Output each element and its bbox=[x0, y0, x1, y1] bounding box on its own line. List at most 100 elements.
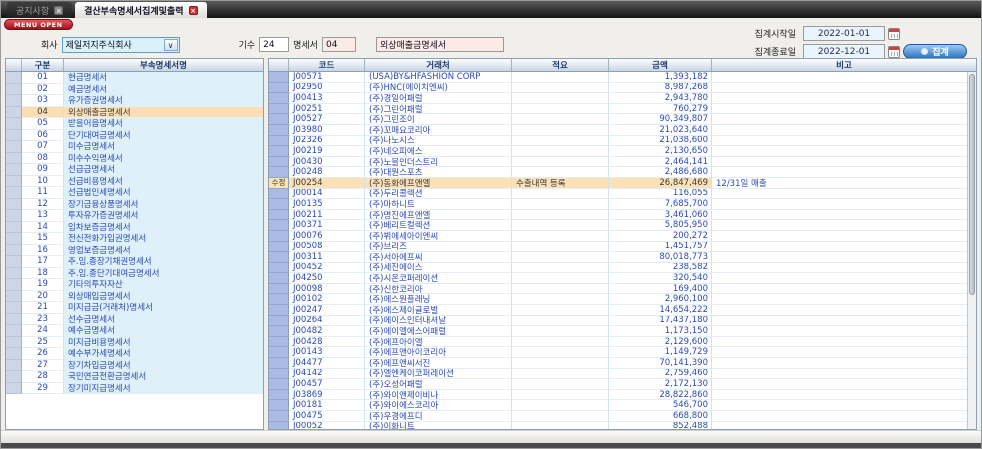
vendor-detail-row[interactable]: J02950(주)HNC(에이치엔씨)8,987,268 bbox=[269, 83, 976, 94]
vendor-detail-row[interactable]: J00052(주)이화니트852,488 bbox=[269, 422, 976, 429]
statement-list-row[interactable]: 04외상매출금명세서 bbox=[6, 107, 263, 119]
vendor-detail-row[interactable]: J00482(주)에이엘에스어패럴1,173,150 bbox=[269, 326, 976, 337]
end-date-input[interactable] bbox=[803, 44, 885, 59]
statement-list-row[interactable]: 11선급법인세명세서 bbox=[6, 187, 263, 199]
description-cell bbox=[512, 114, 609, 125]
vendor-detail-row[interactable]: J00102(주)에스원플래닝2,960,100 bbox=[269, 294, 976, 305]
menu-open-button[interactable]: MENU OPEN bbox=[4, 19, 73, 30]
statement-list-row[interactable]: 25미지급비용명세서 bbox=[6, 337, 263, 349]
statement-list-row[interactable]: 28국민연금전환금명세서 bbox=[6, 371, 263, 383]
statement-list-row[interactable]: 09선급금명세서 bbox=[6, 164, 263, 176]
aggregate-button[interactable]: 집계 bbox=[903, 44, 967, 59]
vendor-detail-row[interactable]: J00371(주)베리트컬렉션5,805,950 bbox=[269, 220, 976, 231]
vendor-detail-row[interactable]: J04477(주)에프앤씨서진70,141,390 bbox=[269, 358, 976, 369]
statement-list-row[interactable]: 23선수금명세서 bbox=[6, 314, 263, 326]
vendor-detail-row[interactable]: J03980(주)꼬매요코리아21,023,640 bbox=[269, 125, 976, 136]
calendar-icon[interactable] bbox=[888, 28, 900, 40]
vendor-detail-panel: 코드 거래처 적요 금액 비고 J00571(USA)BY&HFASHION C… bbox=[268, 58, 977, 430]
vendor-detail-row[interactable]: J00571(USA)BY&HFASHION CORP1,393,182 bbox=[269, 72, 976, 83]
statement-list-row[interactable]: 03유가증권명세서 bbox=[6, 95, 263, 107]
statement-list-row[interactable]: 26예수부가세명세서 bbox=[6, 348, 263, 360]
statement-code-cell: 08 bbox=[22, 153, 64, 165]
chevron-down-icon[interactable]: ∨ bbox=[164, 39, 178, 51]
vendor-detail-row[interactable]: J00076(주)뷔에세아이엔씨200,272 bbox=[269, 231, 976, 242]
vendor-detail-row[interactable]: J00527(주)그린조이90,349,807 bbox=[269, 114, 976, 125]
company-select[interactable]: 제일저지주식회사 ∨ bbox=[62, 37, 180, 53]
statement-list-row[interactable]: 06단기대여금명세서 bbox=[6, 130, 263, 142]
vendor-detail-row[interactable]: J00264(주)에이스인터내셔날17,437,180 bbox=[269, 316, 976, 327]
vendor-name-cell: (주)명진에프앤엘 bbox=[365, 210, 512, 221]
statement-list-row[interactable]: 24예수금명세서 bbox=[6, 325, 263, 337]
statement-list-row[interactable]: 19기타의투자자산 bbox=[6, 279, 263, 291]
statement-list-row[interactable]: 16영업보증금명세서 bbox=[6, 245, 263, 257]
tab-close-icon[interactable]: × bbox=[189, 6, 198, 15]
vendor-detail-row[interactable]: J00251(주)그린어패럴760,279 bbox=[269, 104, 976, 115]
row-selector-cell bbox=[6, 371, 22, 383]
vendor-detail-row[interactable]: J00211(주)명진에프앤엘3,461,060 bbox=[269, 210, 976, 221]
statement-list-row[interactable]: 10선급비용명세서 bbox=[6, 176, 263, 188]
vendor-detail-row[interactable]: J04250(주)시온코퍼레이션320,540 bbox=[269, 273, 976, 284]
statement-list-row[interactable]: 27장기차입금명세서 bbox=[6, 360, 263, 372]
statement-list-row[interactable]: 29장기미지급명세서 bbox=[6, 383, 263, 395]
vendor-code-cell: J00457 bbox=[289, 379, 365, 390]
statement-code-cell: 01 bbox=[22, 72, 64, 84]
vendor-detail-row[interactable]: J00143(주)에프앤아이코리아1,149,729 bbox=[269, 347, 976, 358]
statement-list-row[interactable]: 13투자유가증권명세서 bbox=[6, 210, 263, 222]
statement-list-row[interactable]: 07미수금명세서 bbox=[6, 141, 263, 153]
amount-cell: 8,987,268 bbox=[609, 83, 712, 94]
vendor-detail-row[interactable]: J02326(주)나노시스21,038,600 bbox=[269, 136, 976, 147]
vendor-detail-row[interactable]: 수정J00254(주)동화에프앤엘수출내역 등록26,847,46912/31일… bbox=[269, 178, 976, 189]
vendor-code-cell: J02950 bbox=[289, 83, 365, 94]
vendor-name-cell: (주)나노시스 bbox=[365, 136, 512, 147]
vendor-detail-row[interactable]: J03869(주)와이앤제이비나28,822,860 bbox=[269, 390, 976, 401]
amount-cell: 200,272 bbox=[609, 231, 712, 242]
vendor-detail-row[interactable]: J00457(주)오성어패럴2,172,130 bbox=[269, 379, 976, 390]
amount-cell: 3,461,060 bbox=[609, 210, 712, 221]
vertical-scrollbar[interactable] bbox=[967, 72, 976, 429]
row-selector-cell bbox=[6, 153, 22, 165]
statement-list-row[interactable]: 21미지급금(거래처)명세서 bbox=[6, 302, 263, 314]
row-selector-cell bbox=[269, 72, 289, 83]
statement-list-row[interactable]: 17주.임.종장기채권명세서 bbox=[6, 256, 263, 268]
scrollbar-thumb[interactable] bbox=[969, 74, 975, 295]
statement-name-input[interactable] bbox=[376, 37, 504, 52]
tab-notice[interactable]: 공지사항 × bbox=[7, 2, 72, 18]
statement-list-row[interactable]: 14임차보증금명세서 bbox=[6, 222, 263, 234]
vendor-detail-row[interactable]: J00219(주)네오피에스2,130,650 bbox=[269, 146, 976, 157]
statement-list-row[interactable]: 20외상매입금명세서 bbox=[6, 291, 263, 303]
statement-list-row[interactable]: 05받을어음명세서 bbox=[6, 118, 263, 130]
vendor-detail-row[interactable]: J00181(주)와이에스코리아546,700 bbox=[269, 400, 976, 411]
right-header-desc: 적요 bbox=[512, 59, 609, 71]
vendor-detail-row[interactable]: J04142(주)엘엔케이코퍼레이션2,759,460 bbox=[269, 369, 976, 380]
note-cell bbox=[712, 231, 976, 242]
vendor-detail-row[interactable]: J00508(주)브리즈1,451,757 bbox=[269, 242, 976, 253]
vendor-detail-row[interactable]: J00014(주)두리콜렉션116,055 bbox=[269, 189, 976, 200]
row-selector-cell bbox=[6, 337, 22, 349]
vendor-detail-row[interactable]: J00428(주)에프아이엘2,129,600 bbox=[269, 337, 976, 348]
row-selector-cell bbox=[269, 199, 289, 210]
calendar-icon[interactable] bbox=[888, 46, 900, 58]
amount-cell: 28,822,860 bbox=[609, 390, 712, 401]
vendor-detail-row[interactable]: J00430(주)노블인더스트리2,464,141 bbox=[269, 157, 976, 168]
left-header-selector bbox=[6, 59, 22, 71]
statement-list-row[interactable]: 12장기금융상품명세서 bbox=[6, 199, 263, 211]
statement-list-row[interactable]: 15전신전화가입권명세서 bbox=[6, 233, 263, 245]
toolbar: 회사 제일저지주식회사 ∨ 기수 명세서 집계시작일 집계종료일 bbox=[1, 31, 981, 58]
vendor-detail-row[interactable]: J00248(주)대원스포츠2,486,680 bbox=[269, 167, 976, 178]
period-input[interactable] bbox=[259, 37, 289, 52]
statement-code-input[interactable] bbox=[322, 37, 356, 52]
vendor-detail-row[interactable]: J00311(주)서아에프씨80,018,773 bbox=[269, 252, 976, 263]
vendor-detail-row[interactable]: J00452(주)세진에이스238,582 bbox=[269, 263, 976, 274]
vendor-detail-row[interactable]: J00413(주)경일어패럴2,943,780 bbox=[269, 93, 976, 104]
statement-name-cell: 예수부가세명세서 bbox=[64, 348, 263, 360]
vendor-detail-row[interactable]: J00475(주)우경에프디668,800 bbox=[269, 411, 976, 422]
statement-list-row[interactable]: 02예금명세서 bbox=[6, 84, 263, 96]
statement-list-row[interactable]: 18주.임.종단기대여금명세서 bbox=[6, 268, 263, 280]
tab-close-icon[interactable]: × bbox=[54, 6, 63, 15]
statement-list-row[interactable]: 01현금명세서 bbox=[6, 72, 263, 84]
tab-statement-report[interactable]: 결산부속명세서집계및출력 × bbox=[75, 2, 206, 18]
vendor-detail-row[interactable]: J00247(주)에스제이글로벌14,654,222 bbox=[269, 305, 976, 316]
statement-list-row[interactable]: 08미수수익명세서 bbox=[6, 153, 263, 165]
vendor-detail-row[interactable]: J00098(주)신한코리아169,400 bbox=[269, 284, 976, 295]
vendor-detail-row[interactable]: J00135(주)마하니트7,685,700 bbox=[269, 199, 976, 210]
